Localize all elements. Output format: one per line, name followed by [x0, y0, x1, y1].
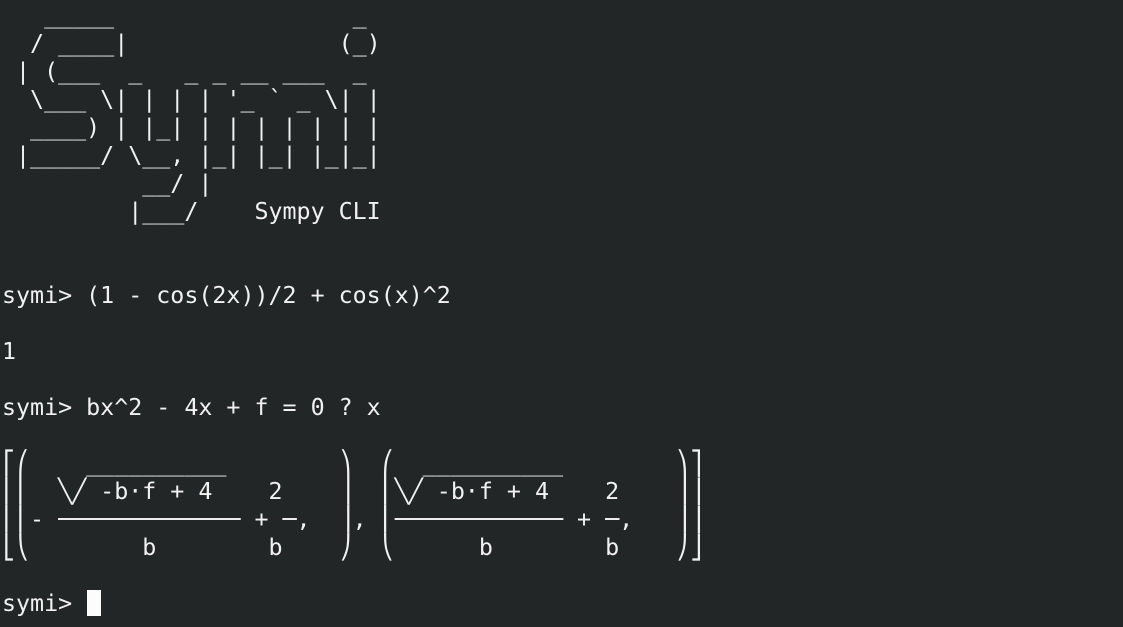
terminal-window[interactable]: _____ _ / ____| (_) | (___ _ _ _ __ ___ … [0, 0, 1123, 627]
solution-output-line: ⎣⎝ b b ⎠ ⎝ b b ⎠⎦ [2, 534, 704, 561]
banner-line: __/ | [2, 170, 381, 197]
banner-line: |_____/ \__, |_| |_| |_|_| [2, 142, 381, 169]
solution-output-line: ⎡⎛ __________ ⎞ ⎛ __________ ⎞⎤ [2, 450, 704, 477]
text-cursor [87, 590, 102, 616]
solution-output-line: ⎢⎜- ───────────── + ─, ⎟, ⎜──────────── … [2, 506, 704, 533]
banner-line: |___/ Sympy CLI [2, 198, 381, 225]
banner-line: \___ \| | | | '_ ` _ \| | [2, 86, 381, 113]
command-line: symi> (1 - cos(2x))/2 + cos(x)^2 [2, 282, 451, 309]
command-line: symi> bx^2 - 4x + f = 0 ? x [2, 394, 381, 421]
solution-output-line: ⎢⎜ ╲╱ -b⋅f + 4 2 ⎟ ⎜╲╱ -b⋅f + 4 2 ⎟⎥ [2, 478, 704, 505]
prompt-label: symi> [2, 590, 87, 617]
banner-line: ____) | |_| | | | | | | | [2, 114, 381, 141]
command-output: 1 [2, 338, 17, 365]
banner-line: / ____| (_) [2, 30, 381, 57]
banner-line: | (___ _ _ _ __ ___ _ [2, 58, 381, 85]
banner-line: _____ _ [2, 2, 381, 29]
input-prompt[interactable]: symi> [2, 590, 102, 618]
